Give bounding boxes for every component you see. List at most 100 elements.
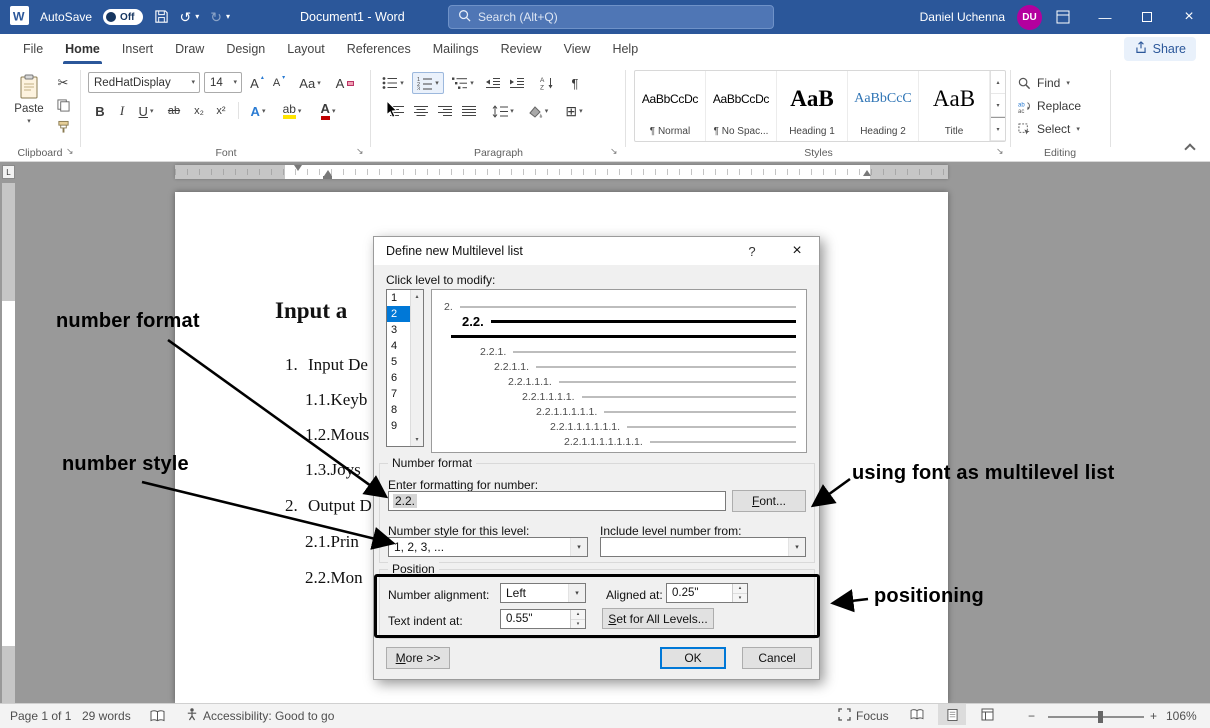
- align-center-button[interactable]: [410, 100, 432, 122]
- level-option-1[interactable]: 1: [387, 290, 410, 306]
- borders-button[interactable]: ⊞▾: [558, 100, 590, 122]
- accessibility-status[interactable]: Accessibility: Good to go: [186, 704, 334, 728]
- ribbon-display-options-icon[interactable]: [1042, 0, 1084, 34]
- gallery-more-icon[interactable]: ▾: [991, 117, 1005, 141]
- dialog-close-button[interactable]: ×: [779, 237, 815, 265]
- number-alignment-combo[interactable]: Left▾: [500, 583, 586, 603]
- level-listbox[interactable]: 1 2 3 4 5 6 7 8 9 ▴▾: [386, 289, 424, 447]
- level-option-5[interactable]: 5: [387, 354, 410, 370]
- cut-icon[interactable]: ✂: [52, 72, 74, 94]
- undo-icon[interactable]: ↺: [180, 10, 192, 24]
- level-option-2-selected[interactable]: 2: [387, 306, 410, 322]
- superscript-button[interactable]: x²: [210, 100, 232, 122]
- tab-insert[interactable]: Insert: [111, 34, 164, 64]
- increase-indent-button[interactable]: [506, 72, 528, 94]
- share-button[interactable]: Share: [1124, 37, 1196, 61]
- word-count[interactable]: 29 words: [82, 704, 131, 728]
- highlight-color-button[interactable]: ab▾: [276, 100, 308, 122]
- justify-button[interactable]: [458, 100, 480, 122]
- strikethrough-button[interactable]: ab: [162, 100, 186, 122]
- customize-toolbar-chevron-icon[interactable]: ▾: [226, 13, 230, 21]
- multilevel-list-button[interactable]: ▾: [448, 72, 478, 94]
- clipboard-dialog-launcher-icon[interactable]: ↘: [66, 146, 74, 157]
- level-option-7[interactable]: 7: [387, 386, 410, 402]
- gallery-down-icon[interactable]: ▾: [991, 94, 1005, 117]
- bullets-button[interactable]: ▾: [378, 72, 408, 94]
- read-mode-button[interactable]: [903, 704, 931, 725]
- style-heading1[interactable]: AaBHeading 1: [777, 71, 848, 141]
- save-icon[interactable]: [154, 9, 169, 26]
- numbering-button[interactable]: 123▾: [412, 72, 444, 94]
- tab-design[interactable]: Design: [215, 34, 276, 64]
- cancel-button[interactable]: Cancel: [742, 647, 812, 669]
- level-option-4[interactable]: 4: [387, 338, 410, 354]
- bold-button[interactable]: B: [90, 100, 110, 122]
- scroll-up-icon[interactable]: ▴: [415, 293, 418, 300]
- style-title[interactable]: AaBTitle: [919, 71, 990, 141]
- focus-button[interactable]: Focus: [838, 704, 889, 728]
- spin-up-icon[interactable]: ▴: [571, 610, 585, 620]
- collapse-ribbon-icon[interactable]: [1184, 143, 1195, 154]
- right-indent-marker[interactable]: [863, 170, 871, 176]
- tab-layout[interactable]: Layout: [276, 34, 336, 64]
- maximize-button[interactable]: [1126, 0, 1168, 34]
- set-all-levels-button[interactable]: Set for All Levels...: [602, 608, 714, 629]
- decrease-indent-button[interactable]: [482, 72, 504, 94]
- number-format-input[interactable]: 2.2.: [388, 491, 726, 511]
- tab-home[interactable]: Home: [54, 34, 111, 64]
- tab-file[interactable]: File: [12, 34, 54, 64]
- spin-down-icon[interactable]: ▾: [571, 620, 585, 629]
- font-name-combo[interactable]: RedHatDisplay▾: [88, 72, 200, 93]
- close-button[interactable]: ×: [1168, 0, 1210, 34]
- find-button[interactable]: Find▾: [1018, 73, 1070, 93]
- print-layout-button[interactable]: [938, 704, 966, 725]
- vertical-ruler[interactable]: [2, 183, 15, 703]
- number-style-combo[interactable]: 1, 2, 3, ...▾: [388, 537, 588, 557]
- zoom-in-button[interactable]: +: [1150, 704, 1157, 728]
- align-right-button[interactable]: [434, 100, 456, 122]
- tab-help[interactable]: Help: [601, 34, 649, 64]
- subscript-button[interactable]: x₂: [188, 100, 210, 122]
- spin-up-icon[interactable]: ▴: [733, 584, 747, 594]
- zoom-slider[interactable]: [1048, 716, 1144, 718]
- format-painter-icon[interactable]: [52, 116, 74, 138]
- replace-button[interactable]: abacReplace: [1018, 96, 1081, 116]
- change-case-button[interactable]: Aa▾: [294, 72, 326, 94]
- scroll-down-icon[interactable]: ▾: [415, 436, 418, 443]
- sort-button[interactable]: AZ: [534, 72, 560, 94]
- undo-chevron-icon[interactable]: ▾: [195, 13, 199, 21]
- dialog-help-button[interactable]: ?: [737, 237, 767, 265]
- first-line-indent-marker[interactable]: [294, 165, 302, 171]
- text-effects-button[interactable]: A▾: [244, 100, 272, 122]
- select-button[interactable]: Select▾: [1018, 119, 1080, 139]
- tab-draw[interactable]: Draw: [164, 34, 215, 64]
- listbox-scrollbar[interactable]: ▴▾: [410, 290, 423, 446]
- font-size-combo[interactable]: 14▾: [204, 72, 242, 93]
- style-heading2[interactable]: AaBbCcCHeading 2: [848, 71, 919, 141]
- level-option-6[interactable]: 6: [387, 370, 410, 386]
- text-indent-spinner[interactable]: 0.55"▴▾: [500, 609, 586, 629]
- minimize-button[interactable]: —: [1084, 0, 1126, 34]
- more-button[interactable]: More >>: [386, 647, 450, 669]
- paste-button[interactable]: Paste ▾: [8, 69, 50, 143]
- chevron-down-icon[interactable]: ▾: [570, 538, 587, 556]
- font-dialog-launcher-icon[interactable]: ↘: [356, 146, 364, 157]
- italic-button[interactable]: I: [112, 100, 132, 122]
- aligned-at-spinner[interactable]: 0.25"▴▾: [666, 583, 748, 603]
- page-indicator[interactable]: Page 1 of 1: [10, 704, 71, 728]
- style-no-spacing[interactable]: AaBbCcDc¶ No Spac...: [706, 71, 777, 141]
- tab-references[interactable]: References: [336, 34, 422, 64]
- search-box[interactable]: [448, 5, 774, 29]
- chevron-down-icon[interactable]: ▾: [568, 584, 585, 602]
- clear-formatting-button[interactable]: A: [332, 72, 358, 94]
- underline-button[interactable]: U▾: [132, 100, 160, 122]
- user-name[interactable]: Daniel Uchenna: [920, 10, 1005, 24]
- styles-dialog-launcher-icon[interactable]: ↘: [996, 146, 1004, 157]
- include-level-combo[interactable]: ▾: [600, 537, 806, 557]
- tab-review[interactable]: Review: [490, 34, 553, 64]
- font-color-button[interactable]: A▾: [312, 100, 344, 122]
- level-option-3[interactable]: 3: [387, 322, 410, 338]
- autosave-toggle[interactable]: Off: [103, 9, 142, 25]
- style-normal[interactable]: AaBbCcDc¶ Normal: [635, 71, 706, 141]
- chevron-down-icon[interactable]: ▾: [788, 538, 805, 556]
